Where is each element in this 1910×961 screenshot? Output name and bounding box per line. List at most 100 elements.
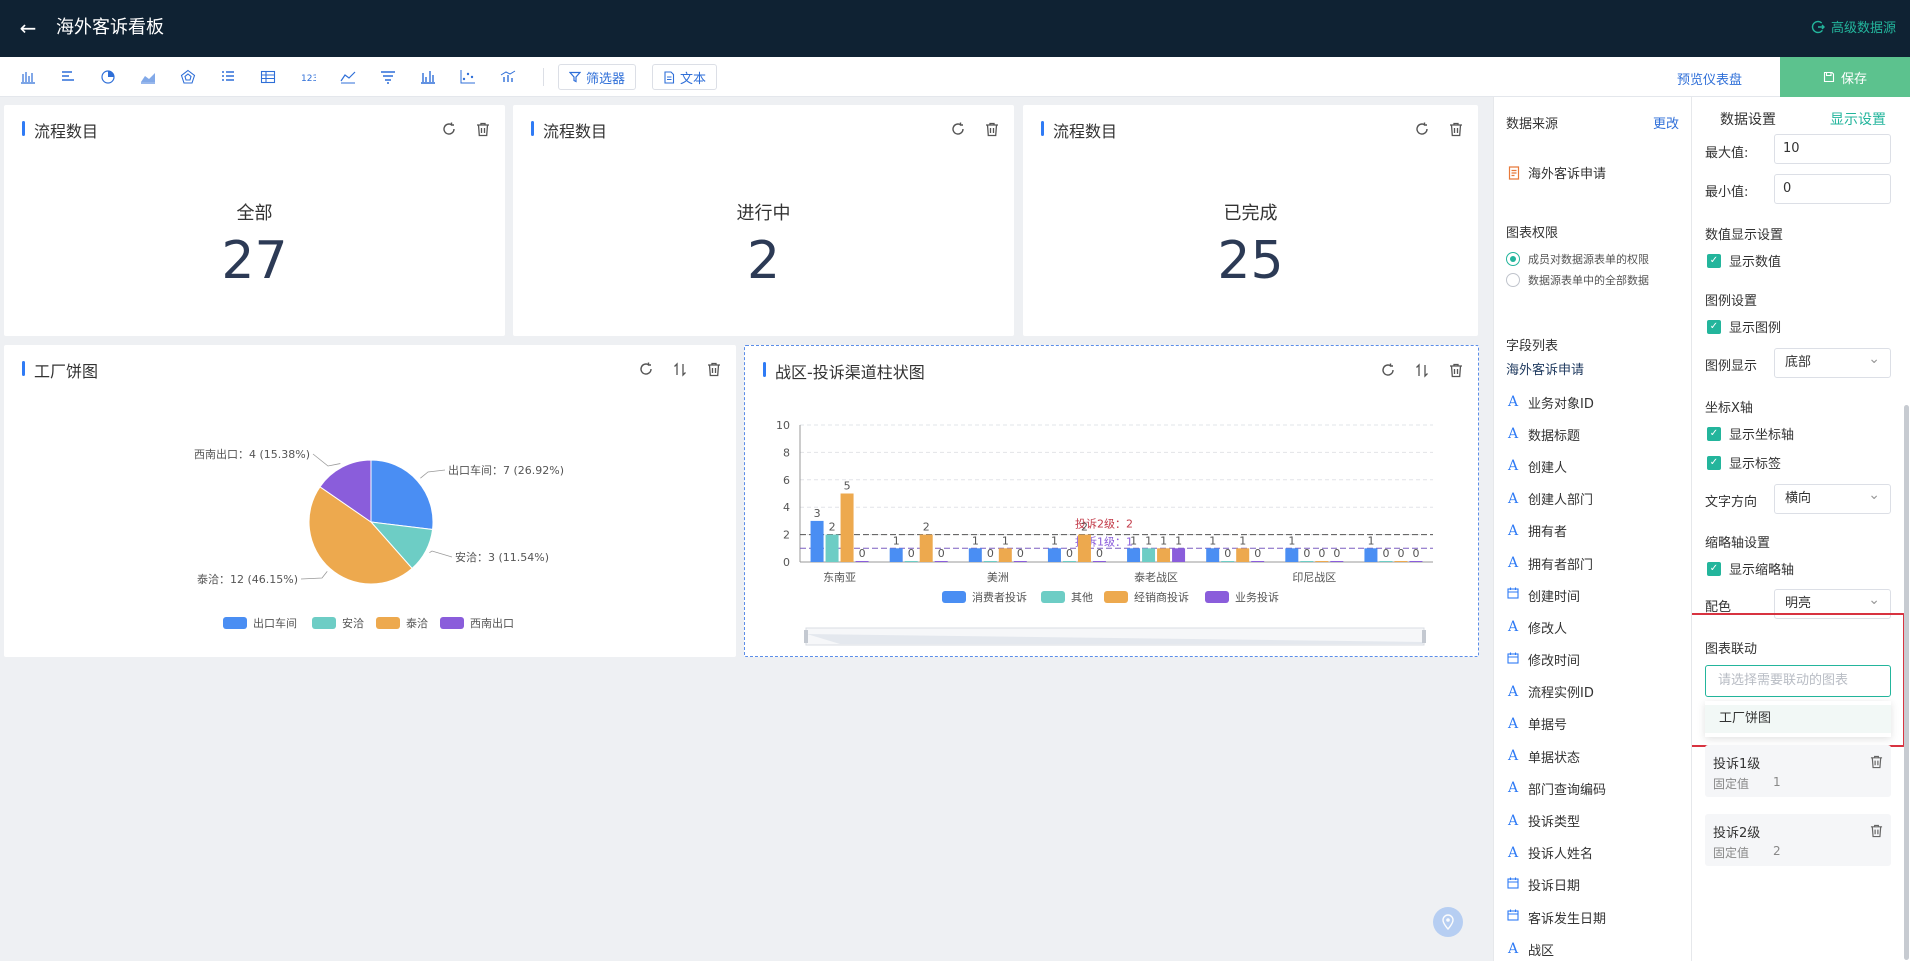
legend-swatch[interactable] bbox=[1041, 591, 1065, 603]
radio-checked[interactable] bbox=[1506, 252, 1520, 266]
field-item[interactable]: A 拥有者部门 bbox=[1506, 547, 1686, 579]
bar[interactable] bbox=[968, 548, 982, 562]
settings-scrollbar[interactable] bbox=[1904, 405, 1909, 960]
bar[interactable] bbox=[1172, 548, 1186, 562]
bar[interactable] bbox=[1077, 534, 1091, 562]
bar[interactable] bbox=[934, 561, 948, 562]
field-item[interactable]: A 业务对象ID bbox=[1506, 386, 1686, 418]
bar[interactable] bbox=[1315, 561, 1329, 562]
check-icon[interactable]: ✓ bbox=[1707, 426, 1721, 441]
permission-option-all[interactable]: 数据源表单中的全部数据 bbox=[1506, 272, 1649, 288]
bar[interactable] bbox=[1236, 548, 1250, 562]
permission-option-member[interactable]: 成员对数据源表单的权限 bbox=[1506, 251, 1649, 267]
field-item[interactable]: A 流程实例ID bbox=[1506, 676, 1686, 708]
horizontal-bar-icon[interactable] bbox=[52, 65, 84, 89]
max-value-input[interactable]: 10 bbox=[1774, 134, 1891, 164]
min-value-input[interactable]: 0 bbox=[1774, 174, 1891, 204]
field-item[interactable]: A 数据标题 bbox=[1506, 418, 1686, 450]
bar[interactable] bbox=[855, 561, 869, 562]
list-icon[interactable] bbox=[212, 65, 244, 89]
legend-swatch[interactable] bbox=[223, 617, 247, 629]
legend-swatch[interactable] bbox=[312, 617, 336, 629]
number-icon[interactable]: 123 bbox=[292, 65, 324, 89]
text-direction-select[interactable]: 横向 bbox=[1774, 481, 1891, 514]
field-item[interactable]: A 创建人部门 bbox=[1506, 483, 1686, 515]
bar[interactable] bbox=[889, 548, 903, 562]
column-chart-icon[interactable] bbox=[412, 65, 444, 89]
field-item[interactable]: 创建时间 bbox=[1506, 579, 1686, 611]
line-chart-icon[interactable] bbox=[332, 65, 364, 89]
zoom-slider-handle[interactable] bbox=[804, 630, 808, 643]
bar[interactable] bbox=[904, 561, 918, 562]
bar[interactable] bbox=[1300, 561, 1314, 562]
trash-icon[interactable] bbox=[1870, 824, 1883, 842]
field-item[interactable]: 投诉日期 bbox=[1506, 869, 1686, 901]
chart-linkage-select[interactable]: 请选择需要联动的图表 bbox=[1705, 665, 1891, 697]
bar[interactable] bbox=[1013, 561, 1027, 562]
preview-dashboard-link[interactable]: 预览仪表盘 bbox=[1677, 69, 1742, 88]
bar[interactable] bbox=[1394, 561, 1408, 562]
filter-card[interactable]: 投诉2级 固定值 2 bbox=[1705, 814, 1891, 866]
show-legend-checkbox[interactable]: ✓ 显示图例 bbox=[1707, 317, 1781, 336]
save-button[interactable]: 保存 bbox=[1780, 57, 1910, 97]
legend-swatch[interactable] bbox=[1205, 591, 1229, 603]
legend-swatch[interactable] bbox=[376, 617, 400, 629]
bar[interactable] bbox=[1364, 548, 1378, 562]
bar[interactable] bbox=[1221, 561, 1235, 562]
bar[interactable] bbox=[1062, 561, 1076, 562]
bar[interactable] bbox=[1379, 561, 1393, 562]
field-item[interactable]: A 单据号 bbox=[1506, 708, 1686, 740]
show-axis-checkbox[interactable]: ✓ 显示坐标轴 bbox=[1707, 424, 1794, 443]
pie-slice[interactable] bbox=[370, 459, 434, 531]
text-button[interactable]: 文本 bbox=[652, 64, 718, 90]
check-icon[interactable]: ✓ bbox=[1707, 455, 1721, 470]
scatter-icon[interactable] bbox=[452, 65, 484, 89]
legend-position-select[interactable]: 底部 bbox=[1774, 345, 1891, 378]
field-item[interactable]: A 修改人 bbox=[1506, 611, 1686, 643]
pie-chart-card[interactable]: 工厂饼图 出口车间：7 (26.92%) 安洽：3 (11.54%) 泰洽：12 (… bbox=[4, 345, 736, 657]
bar[interactable] bbox=[1409, 561, 1423, 562]
legend-swatch[interactable] bbox=[440, 617, 464, 629]
check-icon[interactable]: ✓ bbox=[1707, 253, 1721, 268]
field-item[interactable]: A 投诉人姓名 bbox=[1506, 837, 1686, 869]
radar-chart-icon[interactable] bbox=[172, 65, 204, 89]
refresh-icon[interactable] bbox=[948, 119, 968, 139]
filter-button[interactable]: 筛选器 bbox=[558, 64, 637, 90]
change-source-link[interactable]: 更改 bbox=[1653, 113, 1679, 132]
trash-icon[interactable] bbox=[1870, 755, 1883, 773]
back-arrow-icon[interactable]: ← bbox=[14, 14, 42, 42]
metric-card-in-progress[interactable]: 流程数目 进行中 2 bbox=[513, 105, 1014, 336]
bar[interactable] bbox=[1251, 561, 1265, 562]
location-pin-icon[interactable] bbox=[1433, 907, 1463, 937]
trash-icon[interactable] bbox=[982, 119, 1002, 139]
bar[interactable] bbox=[1092, 561, 1106, 562]
bar[interactable] bbox=[1330, 561, 1344, 562]
field-item[interactable]: 客诉发生日期 bbox=[1506, 901, 1686, 933]
bar[interactable] bbox=[825, 534, 839, 562]
filter-card[interactable]: 投诉1级 固定值 1 bbox=[1705, 745, 1891, 797]
bar-chart-card[interactable]: 战区-投诉渠道柱状图 0 2 4 6 8 10 投诉2级：2 投诉1级：1 3 1 1 1 1 1 1 1 2 0… bbox=[744, 345, 1479, 657]
bar[interactable] bbox=[1285, 548, 1299, 562]
linkage-option-pie[interactable]: 工厂饼图 bbox=[1705, 705, 1891, 733]
tab-display-settings[interactable]: 显示设置 bbox=[1830, 109, 1886, 129]
check-icon[interactable]: ✓ bbox=[1707, 561, 1721, 576]
show-value-checkbox[interactable]: ✓ 显示数值 bbox=[1707, 251, 1781, 270]
show-labels-checkbox[interactable]: ✓ 显示标签 bbox=[1707, 453, 1781, 472]
combo-chart-icon[interactable] bbox=[492, 65, 524, 89]
trash-icon[interactable] bbox=[1446, 119, 1466, 139]
field-item[interactable]: A 战区 bbox=[1506, 933, 1686, 961]
area-chart-icon[interactable] bbox=[132, 65, 164, 89]
bar[interactable] bbox=[998, 548, 1012, 562]
bar[interactable] bbox=[919, 534, 933, 562]
field-item[interactable]: A 单据状态 bbox=[1506, 740, 1686, 772]
bar[interactable] bbox=[1157, 548, 1171, 562]
metric-card-all[interactable]: 流程数目 全部 27 bbox=[4, 105, 505, 336]
legend-swatch[interactable] bbox=[942, 591, 966, 603]
bar[interactable] bbox=[1142, 548, 1156, 562]
check-icon[interactable]: ✓ bbox=[1707, 319, 1721, 334]
bar-chart-icon[interactable] bbox=[12, 65, 44, 89]
advanced-source-link[interactable]: 高级数据源 bbox=[1811, 17, 1896, 36]
refresh-icon[interactable] bbox=[1412, 119, 1432, 139]
bar[interactable] bbox=[1206, 548, 1220, 562]
table-icon[interactable] bbox=[252, 65, 284, 89]
